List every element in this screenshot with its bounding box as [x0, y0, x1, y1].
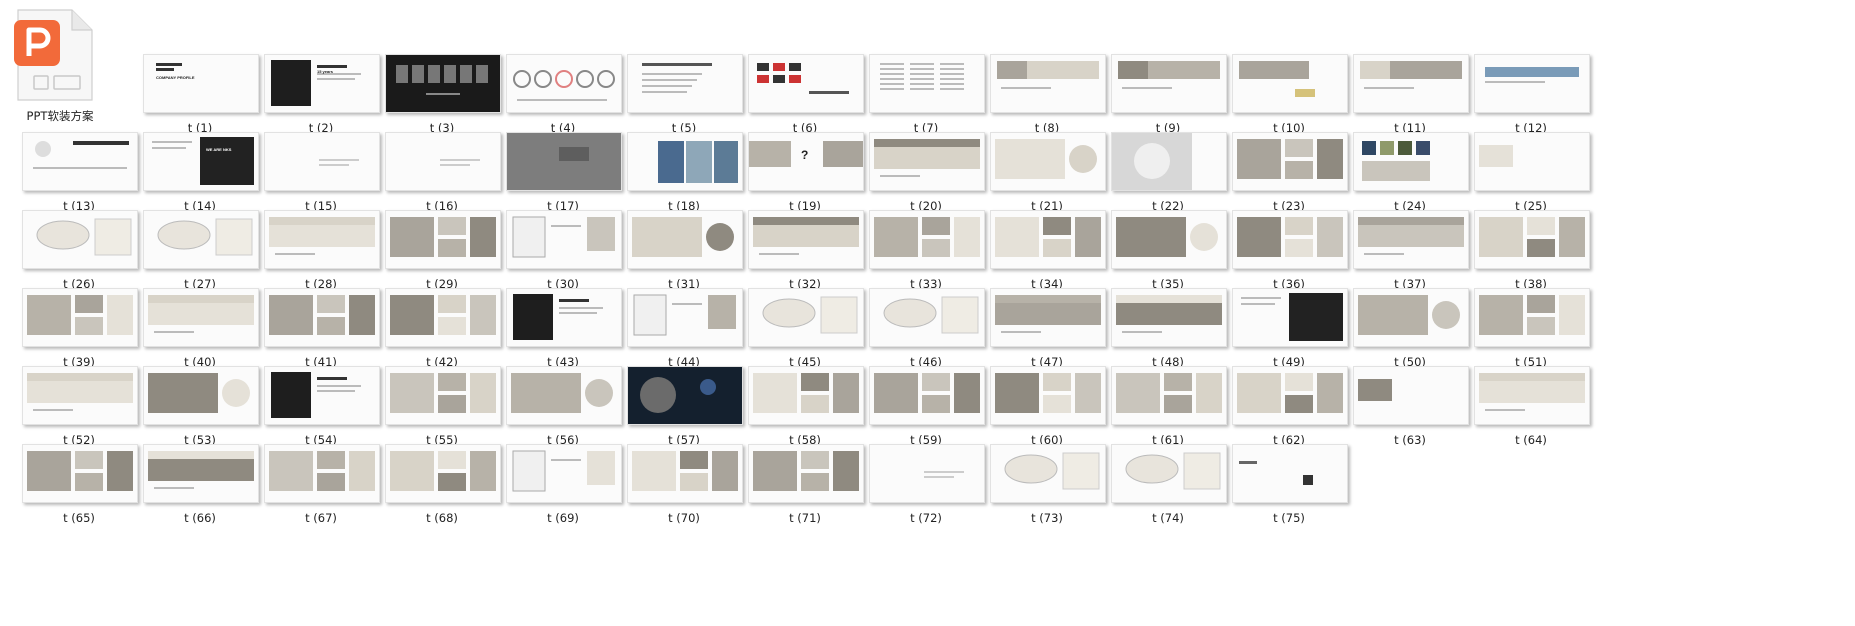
file-thumbnail	[1232, 444, 1348, 503]
file-item[interactable]: t (34)	[968, 204, 1108, 291]
file-item[interactable]: t (17)	[484, 126, 624, 213]
file-item[interactable]: t (57)	[605, 360, 745, 447]
file-label: t (75)	[1273, 511, 1305, 525]
file-item[interactable]: t (24)	[1331, 126, 1471, 213]
file-item[interactable]: 15 years t (2)	[242, 48, 382, 135]
file-item[interactable]: t (72)	[847, 438, 987, 525]
file-item[interactable]: t (53)	[121, 360, 261, 447]
file-thumbnail	[1474, 366, 1590, 425]
file-item[interactable]: t (31)	[605, 204, 745, 291]
file-item[interactable]: t (37)	[1331, 204, 1471, 291]
ppt-folder-item[interactable]: PPT软装方案	[0, 0, 120, 126]
file-item[interactable]: t (47)	[968, 282, 1108, 369]
file-item[interactable]: t (68)	[363, 438, 503, 525]
ppt-folder-label: PPT软装方案	[26, 109, 94, 123]
file-item[interactable]: t (16)	[363, 126, 503, 213]
file-item[interactable]: t (25)	[1452, 126, 1592, 213]
file-item[interactable]: COMPANY PROFILE t (1)	[121, 48, 261, 135]
file-item[interactable]: t (27)	[121, 204, 261, 291]
thumbnail-text: COMPANY PROFILE	[156, 75, 195, 80]
file-thumbnail	[1474, 54, 1590, 113]
file-item[interactable]: t (74)	[1089, 438, 1229, 525]
thumbnail-text: WE ARE NKS	[206, 147, 232, 152]
file-item[interactable]: t (9)	[1089, 48, 1229, 135]
file-item[interactable]: t (75)	[1210, 438, 1350, 525]
file-item[interactable]: t (5)	[605, 48, 745, 135]
file-item[interactable]: t (54)	[242, 360, 382, 447]
file-item[interactable]: t (64)	[1452, 360, 1592, 447]
file-item[interactable]: t (70)	[605, 438, 745, 525]
file-item[interactable]: WE ARE NKS t (14)	[121, 126, 261, 213]
file-item[interactable]: t (58)	[726, 360, 866, 447]
file-item[interactable]: t (51)	[1452, 282, 1592, 369]
file-item[interactable]: t (30)	[484, 204, 624, 291]
file-item[interactable]: ? t (19)	[726, 126, 866, 213]
file-item[interactable]: t (73)	[968, 438, 1108, 525]
file-item[interactable]: t (44)	[605, 282, 745, 369]
file-item[interactable]: t (49)	[1210, 282, 1350, 369]
file-item[interactable]: t (13)	[0, 126, 140, 213]
file-item[interactable]: t (29)	[363, 204, 503, 291]
file-item[interactable]: t (62)	[1210, 360, 1350, 447]
file-item[interactable]: t (15)	[242, 126, 382, 213]
file-item[interactable]: t (41)	[242, 282, 382, 369]
file-item[interactable]: t (40)	[121, 282, 261, 369]
file-item[interactable]: t (20)	[847, 126, 987, 213]
file-item[interactable]: t (21)	[968, 126, 1108, 213]
file-item[interactable]: t (52)	[0, 360, 140, 447]
file-thumbnail	[1474, 132, 1590, 191]
file-item[interactable]: t (69)	[484, 438, 624, 525]
file-item[interactable]: t (50)	[1331, 282, 1471, 369]
file-thumbnail	[1474, 210, 1590, 269]
file-item[interactable]: t (18)	[605, 126, 745, 213]
file-item[interactable]: t (28)	[242, 204, 382, 291]
file-item[interactable]: t (6)	[726, 48, 866, 135]
file-item[interactable]: t (36)	[1210, 204, 1350, 291]
file-item[interactable]: t (63)	[1331, 360, 1471, 447]
file-item[interactable]: t (33)	[847, 204, 987, 291]
file-item[interactable]: t (10)	[1210, 48, 1350, 135]
file-item[interactable]: t (48)	[1089, 282, 1229, 369]
thumbnail-text: ?	[801, 148, 808, 162]
file-item[interactable]: t (71)	[726, 438, 866, 525]
file-item[interactable]: t (66)	[121, 438, 261, 525]
file-item[interactable]: t (8)	[968, 48, 1108, 135]
file-item[interactable]: t (67)	[242, 438, 382, 525]
file-item[interactable]: t (39)	[0, 282, 140, 369]
file-item[interactable]: t (35)	[1089, 204, 1229, 291]
file-item[interactable]: t (7)	[847, 48, 987, 135]
file-item[interactable]: t (46)	[847, 282, 987, 369]
file-item[interactable]: t (32)	[726, 204, 866, 291]
ppt-file-icon	[14, 9, 93, 101]
file-thumbnail	[1474, 288, 1590, 347]
file-item[interactable]: t (38)	[1452, 204, 1592, 291]
file-item[interactable]: t (26)	[0, 204, 140, 291]
thumbnail-text: 15 years	[317, 69, 334, 74]
file-item[interactable]: t (23)	[1210, 126, 1350, 213]
file-item[interactable]: t (43)	[484, 282, 624, 369]
file-label: t (64)	[1515, 433, 1547, 447]
file-item[interactable]: t (45)	[726, 282, 866, 369]
file-item[interactable]: t (3)	[363, 48, 503, 135]
file-item[interactable]: t (22)	[1089, 126, 1229, 213]
file-item[interactable]: t (56)	[484, 360, 624, 447]
file-item[interactable]: t (59)	[847, 360, 987, 447]
file-item[interactable]: t (55)	[363, 360, 503, 447]
file-item[interactable]: t (42)	[363, 282, 503, 369]
file-item[interactable]: t (60)	[968, 360, 1108, 447]
file-item[interactable]: t (12)	[1452, 48, 1592, 135]
file-item[interactable]: t (61)	[1089, 360, 1229, 447]
file-item[interactable]: t (11)	[1331, 48, 1471, 135]
file-grid: PPT软装方案 COMPANY PROFILE t (1) 15 years t (2…	[0, 0, 1855, 626]
file-item[interactable]: t (65)	[0, 438, 140, 525]
file-item[interactable]: t (4)	[484, 48, 624, 135]
